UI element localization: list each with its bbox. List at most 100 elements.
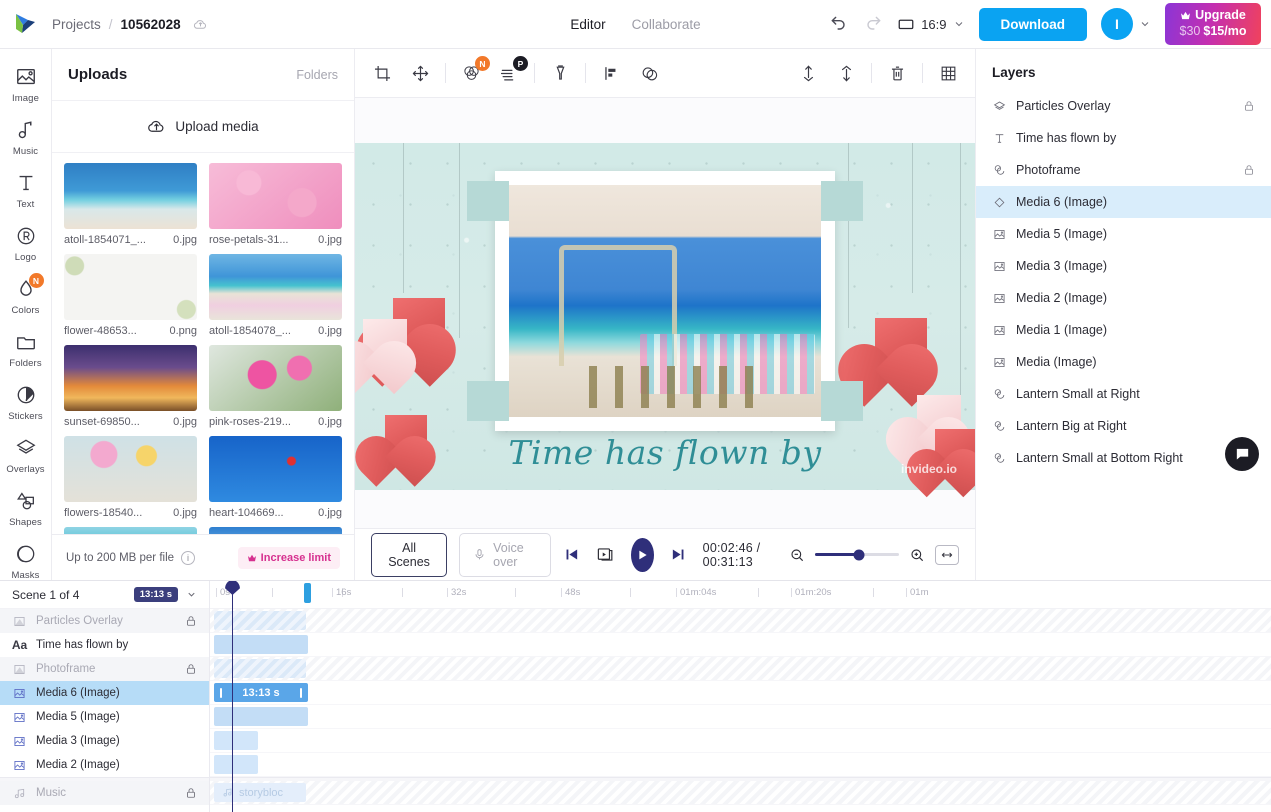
lock-icon[interactable] (185, 787, 197, 799)
breadcrumb-project-id[interactable]: 10562028 (121, 17, 181, 32)
upload-tile[interactable]: atoll-1854071_... 0.jpg (64, 163, 197, 246)
motion-blur-icon[interactable]: P (496, 56, 528, 86)
timeline-row-music[interactable]: storybloc (210, 781, 1271, 805)
upload-media-button[interactable]: Upload media (52, 101, 354, 153)
layer-row-lantern-small-right[interactable]: Lantern Small at Right (976, 378, 1271, 410)
upload-tile[interactable]: atoll-1854078_... 0.jpg (209, 254, 342, 337)
sidebar-item-masks[interactable]: Masks (0, 534, 51, 580)
play-button[interactable] (631, 537, 654, 572)
undo-icon[interactable] (829, 14, 849, 34)
skip-previous-icon[interactable] (563, 546, 580, 563)
split-scene-icon[interactable] (596, 545, 615, 564)
skip-next-icon[interactable] (670, 546, 687, 563)
track-label-media-5[interactable]: Media 5 (Image) (0, 705, 209, 729)
clip-trim-handle-right[interactable] (300, 687, 302, 698)
upload-tile[interactable]: sunset-69850... 0.jpg (64, 345, 197, 428)
timeline-clip[interactable] (214, 611, 306, 630)
layer-row-media[interactable]: Media (Image) (976, 346, 1271, 378)
sidebar-item-colors[interactable]: N Colors (0, 269, 51, 322)
timeline-scene-selector[interactable]: Scene 1 of 4 13:13 s (0, 581, 209, 609)
layer-row-lantern-big-right[interactable]: Lantern Big at Right (976, 410, 1271, 442)
upgrade-button[interactable]: Upgrade $30 $15/mo (1165, 2, 1261, 46)
lock-icon[interactable] (1243, 164, 1255, 176)
timeline-row-time-has-flown-by[interactable] (210, 633, 1271, 657)
timeline-row-media-3[interactable] (210, 729, 1271, 753)
timeline-tracks[interactable]: 0s 16s 32s 48s 01m:04s 01m:20s 01m 13:13… (210, 581, 1271, 812)
lock-icon[interactable] (1243, 100, 1255, 112)
timeline-row-particles-overlay[interactable] (210, 609, 1271, 633)
layer-row-photoframe[interactable]: Photoframe (976, 154, 1271, 186)
filters-circles-icon[interactable]: N (458, 56, 490, 86)
timeline-row-media-5[interactable] (210, 705, 1271, 729)
lock-icon[interactable] (185, 663, 197, 675)
aspect-ratio-selector[interactable]: 16:9 (897, 15, 964, 33)
zoom-slider[interactable] (815, 549, 899, 560)
upload-tile[interactable]: atoll-1854069_...0.jpg (209, 527, 342, 534)
playhead[interactable] (225, 581, 240, 812)
track-label-media-6[interactable]: Media 6 (Image) (0, 681, 209, 705)
scene-title-text[interactable]: Time has flown by (355, 433, 975, 472)
upload-tile[interactable]: rose-petals-31... 0.jpg (209, 163, 342, 246)
timeline-row-photoframe[interactable] (210, 657, 1271, 681)
all-scenes-button[interactable]: All Scenes (371, 532, 448, 577)
sidebar-item-music[interactable]: Music (0, 110, 51, 163)
canvas-stage[interactable]: Time has flown by invideo.io (355, 98, 975, 528)
track-label-time-has-flown-by[interactable]: Aa Time has flown by (0, 633, 209, 657)
sidebar-item-text[interactable]: Text (0, 163, 51, 216)
sidebar-item-shapes[interactable]: Shapes (0, 481, 51, 534)
sidebar-item-logo[interactable]: Logo (0, 216, 51, 269)
timeline-clip[interactable] (214, 635, 308, 654)
breadcrumb-projects[interactable]: Projects (52, 17, 101, 32)
layer-row-time-has-flown-by[interactable]: Time has flown by (976, 122, 1271, 154)
sidebar-item-image[interactable]: Image (0, 57, 51, 110)
lock-icon[interactable] (185, 615, 197, 627)
track-label-particles-overlay[interactable]: Particles Overlay (0, 609, 209, 633)
info-icon[interactable]: i (181, 550, 196, 565)
opacity-icon[interactable] (636, 60, 662, 86)
upload-tile[interactable]: pink-roses-219... 0.jpg (209, 345, 342, 428)
sidebar-item-stickers[interactable]: Stickers (0, 375, 51, 428)
track-label-photoframe[interactable]: Photoframe (0, 657, 209, 681)
zoom-in-icon[interactable] (909, 547, 925, 563)
voice-over-button[interactable]: Voice over (459, 532, 552, 577)
layer-row-media-3[interactable]: Media 3 (Image) (976, 250, 1271, 282)
tab-collaborate[interactable]: Collaborate (632, 17, 701, 32)
align-icon[interactable] (598, 60, 624, 86)
fit-to-screen-button[interactable] (935, 544, 959, 565)
user-menu[interactable]: I (1101, 8, 1151, 40)
layer-row-media-1[interactable]: Media 1 (Image) (976, 314, 1271, 346)
adjust-icon[interactable] (547, 60, 573, 86)
folders-tab[interactable]: Folders (296, 68, 338, 82)
app-logo[interactable] (0, 11, 52, 37)
media-image[interactable] (509, 185, 821, 417)
bring-forward-icon[interactable] (795, 60, 821, 86)
tab-editor[interactable]: Editor (570, 17, 605, 32)
upload-tile[interactable]: flower-48653... 0.png (64, 254, 197, 337)
track-label-media-2[interactable]: Media 2 (Image) (0, 753, 209, 777)
zoom-slider-knob[interactable] (853, 549, 865, 560)
scene-end-handle[interactable] (304, 583, 311, 603)
timeline-clip[interactable] (214, 659, 306, 678)
move-arrows-icon[interactable] (407, 60, 433, 86)
track-label-media-3[interactable]: Media 3 (Image) (0, 729, 209, 753)
upload-tile[interactable]: flowers-18540... 0.jpg (64, 436, 197, 519)
timeline-clip[interactable] (214, 707, 308, 726)
photo-frame[interactable] (467, 171, 863, 431)
timeline-clip[interactable] (214, 731, 258, 750)
send-backward-icon[interactable] (833, 60, 859, 86)
upload-tile[interactable]: heart-104669... 0.jpg (209, 436, 342, 519)
timeline-clip-selected[interactable]: 13:13 s (214, 683, 308, 702)
upload-tile[interactable]: beach-185407...0.jpg (64, 527, 197, 534)
download-button[interactable]: Download (978, 7, 1087, 41)
track-label-music[interactable]: Music (0, 781, 209, 805)
layer-row-particles-overlay[interactable]: Particles Overlay (976, 90, 1271, 122)
clip-trim-handle-left[interactable] (220, 687, 222, 698)
timeline-row-media-2[interactable] (210, 753, 1271, 777)
timeline-row-media-6[interactable]: 13:13 s (210, 681, 1271, 705)
grid-icon[interactable] (935, 60, 961, 86)
layer-row-media-5[interactable]: Media 5 (Image) (976, 218, 1271, 250)
crop-icon[interactable] (369, 60, 395, 86)
layer-row-media-6[interactable]: Media 6 (Image) (976, 186, 1271, 218)
redo-icon[interactable] (863, 14, 883, 34)
sidebar-item-overlays[interactable]: Overlays (0, 428, 51, 481)
